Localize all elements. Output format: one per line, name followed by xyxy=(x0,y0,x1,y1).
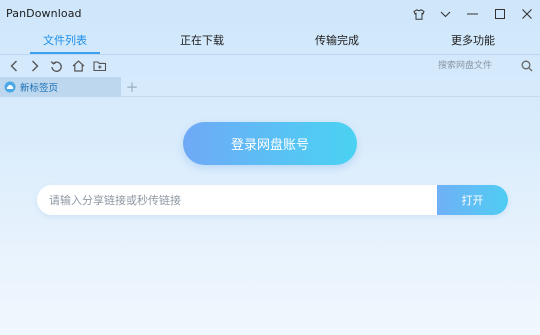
refresh-icon[interactable] xyxy=(47,56,65,76)
page-tab-strip: 新标签页 + xyxy=(0,77,540,97)
open-button[interactable]: 打开 xyxy=(437,185,508,215)
shirt-icon[interactable] xyxy=(405,0,432,28)
close-icon[interactable] xyxy=(513,0,540,28)
tab-divider xyxy=(0,54,540,55)
add-tab-button[interactable]: + xyxy=(123,77,141,97)
app-title: PanDownload xyxy=(6,7,82,20)
back-arrow-icon[interactable] xyxy=(5,56,23,76)
minimize-icon[interactable] xyxy=(459,0,486,28)
login-button[interactable]: 登录网盘账号 xyxy=(183,122,357,165)
forward-arrow-icon[interactable] xyxy=(26,56,44,76)
main-tab-bar: 文件列表 正在下载 传输完成 更多功能 xyxy=(0,30,540,54)
page-tab-new[interactable]: 新标签页 xyxy=(0,77,121,97)
search-icon[interactable] xyxy=(520,59,534,73)
title-bar: PanDownload xyxy=(0,0,540,28)
search-input[interactable] xyxy=(432,57,516,75)
share-link-input[interactable] xyxy=(37,185,437,215)
tab-more-features[interactable]: 更多功能 xyxy=(428,30,518,54)
tab-file-list[interactable]: 文件列表 xyxy=(20,30,110,54)
cloud-icon xyxy=(4,81,16,93)
home-icon[interactable] xyxy=(69,56,87,76)
search-box xyxy=(432,57,538,75)
window-controls xyxy=(405,0,540,28)
tab-completed[interactable]: 传输完成 xyxy=(292,30,382,54)
maximize-icon[interactable] xyxy=(486,0,513,28)
page-tab-label: 新标签页 xyxy=(20,83,59,94)
toolbar xyxy=(0,56,540,76)
share-link-bar: 打开 xyxy=(37,185,508,215)
new-folder-icon[interactable] xyxy=(91,56,109,76)
chevron-down-icon[interactable] xyxy=(432,0,459,28)
tab-downloading[interactable]: 正在下载 xyxy=(157,30,247,54)
